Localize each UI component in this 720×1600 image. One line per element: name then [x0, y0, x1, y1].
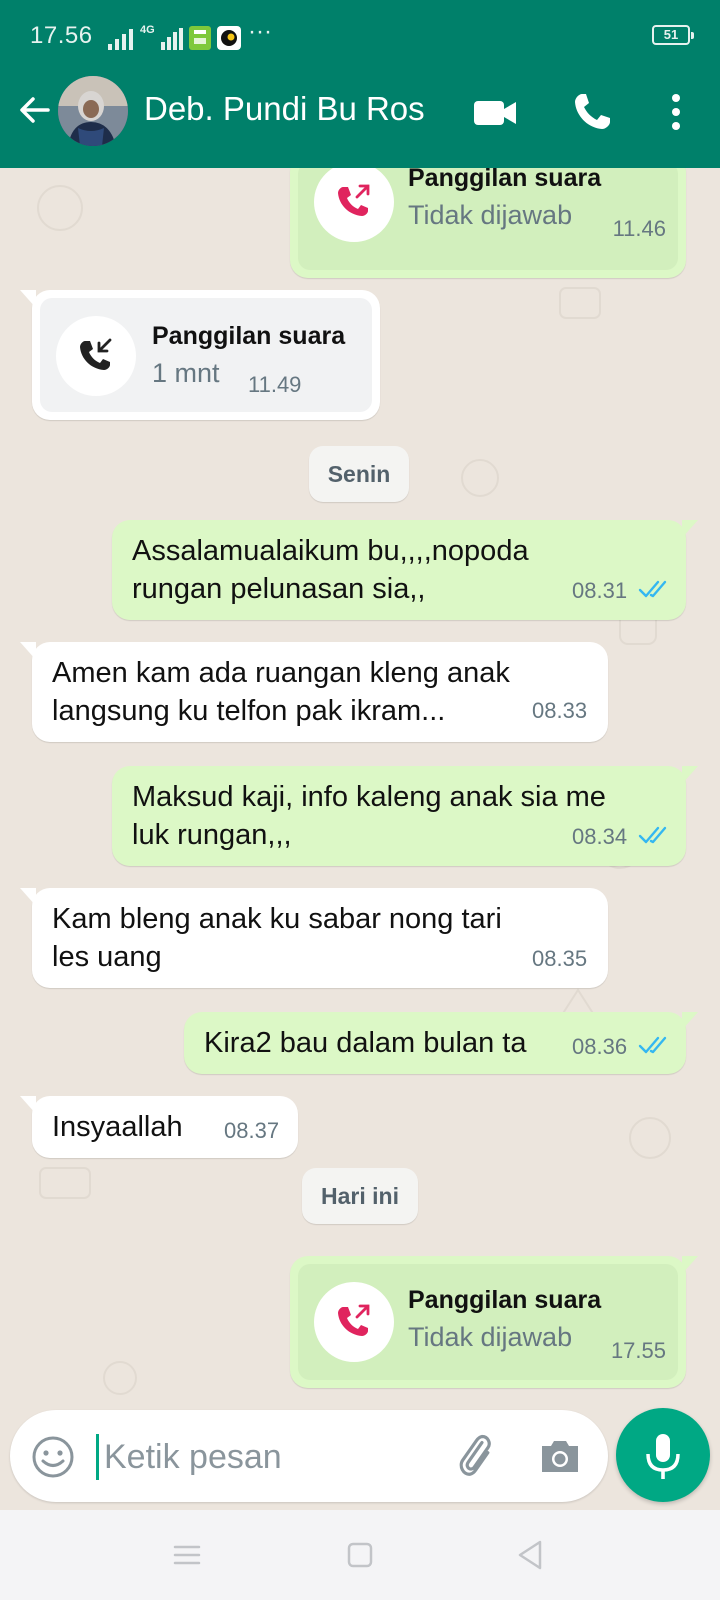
message-input[interactable] — [104, 1432, 424, 1482]
call-duration: 1 mnt — [152, 358, 220, 388]
status-time: 17.56 — [30, 22, 93, 49]
message-text: Assalamualaikum bu,,,,nopoda rungan pelu… — [132, 532, 529, 608]
incoming-call-icon-wrap — [56, 316, 136, 396]
camera-icon[interactable] — [536, 1432, 584, 1480]
signal-icon — [108, 29, 133, 50]
home-icon[interactable] — [335, 1530, 385, 1580]
call-status: Tidak dijawab — [408, 1322, 573, 1352]
call-bubble-outgoing[interactable]: Panggilan suara Tidak dijawab 17.55 — [290, 1256, 698, 1388]
message-time: 17.55 — [610, 1338, 666, 1363]
microphone-button[interactable] — [616, 1408, 710, 1502]
message-text: Insyaallah — [52, 1108, 183, 1146]
message-bubble-outgoing[interactable]: Kira2 bau dalam bulan ta 08.36 — [184, 1012, 698, 1074]
battery-icon: 51 — [652, 25, 694, 45]
emoji-icon[interactable] — [30, 1434, 76, 1480]
call-title: Panggilan suara — [408, 1286, 602, 1314]
message-bubble-incoming[interactable]: Insyaallah 08.37 — [20, 1096, 298, 1158]
network-type-label: 4G — [140, 24, 155, 36]
contact-name[interactable]: Deb. Pundi Bu Ros — [144, 90, 425, 128]
message-time: 08.33 — [532, 698, 588, 723]
signal-icons: 4G — [108, 24, 241, 50]
call-status: Tidak dijawab — [408, 200, 573, 230]
outgoing-call-icon — [338, 1304, 370, 1336]
call-bubble-incoming[interactable]: Panggilan suara 1 mnt 11.49 — [20, 290, 380, 420]
message-bubble-incoming[interactable]: Kam bleng anak ku sabar nong tari les ua… — [20, 888, 608, 988]
read-receipt-icon — [638, 1036, 667, 1054]
message-bubble-outgoing[interactable]: Assalamualaikum bu,,,,nopoda rungan pelu… — [112, 520, 698, 620]
message-time: 11.49 — [248, 372, 302, 397]
date-separator: Senin — [309, 446, 409, 502]
message-bubble-outgoing[interactable]: Maksud kaji, info kaleng anak sia me luk… — [112, 766, 698, 866]
message-time: 08.34 — [572, 824, 628, 849]
text-cursor — [96, 1434, 99, 1480]
chat-area[interactable]: Panggilan suara Tidak dijawab 11.46 Pang… — [0, 168, 720, 1510]
message-line: langsung ku telfon pak ikram... — [52, 695, 446, 727]
message-composer — [10, 1410, 608, 1502]
message-line: rungan pelunasan sia,, — [132, 573, 426, 605]
message-text: Kam bleng anak ku sabar nong tari les ua… — [52, 900, 502, 976]
message-text: Maksud kaji, info kaleng anak sia me luk… — [132, 778, 606, 854]
arrow-left-icon[interactable] — [14, 90, 54, 130]
call-bubble-outgoing[interactable]: Panggilan suara Tidak dijawab 11.46 — [290, 168, 698, 278]
notification-app-icon-2 — [216, 26, 241, 50]
missed-call-icon-wrap — [314, 1282, 394, 1362]
status-bar: 17.56 4G ··· 51 — [0, 0, 720, 70]
message-text: Kira2 bau dalam bulan ta — [204, 1024, 526, 1062]
read-receipt-icon — [638, 826, 667, 844]
chat-toolbar: Deb. Pundi Bu Ros — [0, 70, 720, 168]
incoming-call-icon — [80, 338, 112, 370]
message-time: 11.46 — [612, 216, 666, 241]
message-line: Kam bleng anak ku sabar nong tari — [52, 903, 502, 935]
phone-icon[interactable] — [570, 90, 614, 134]
back-triangle-icon[interactable] — [506, 1530, 556, 1580]
message-line: Insyaallah — [52, 1111, 183, 1143]
message-text: Amen kam ada ruangan kleng anak langsung… — [52, 654, 510, 730]
signal-icon-2 — [160, 28, 183, 50]
battery-level: 51 — [663, 27, 679, 42]
message-time: 08.37 — [224, 1118, 280, 1143]
date-separator: Hari ini — [302, 1168, 418, 1224]
more-vertical-icon[interactable] — [658, 88, 694, 136]
message-line: les uang — [52, 941, 162, 973]
message-line: Kira2 bau dalam bulan ta — [204, 1027, 527, 1059]
outgoing-call-icon — [338, 184, 370, 216]
recent-apps-icon[interactable] — [162, 1530, 212, 1580]
message-time: 08.31 — [572, 578, 628, 603]
message-time: 08.36 — [572, 1034, 628, 1059]
message-line: luk rungan,,, — [132, 819, 292, 851]
message-line: Assalamualaikum bu,,,,nopoda — [132, 535, 529, 567]
system-nav-bar — [0, 1510, 720, 1600]
avatar-image — [58, 76, 128, 146]
paperclip-icon[interactable] — [450, 1430, 500, 1480]
call-title: Panggilan suara — [152, 322, 346, 350]
microphone-icon — [646, 1434, 680, 1479]
call-title: Panggilan suara — [408, 168, 602, 192]
app-header: 17.56 4G ··· 51 Deb. Pundi Bu Ros — [0, 0, 720, 168]
message-line: Amen kam ada ruangan kleng anak — [52, 657, 510, 689]
read-receipt-icon — [638, 580, 667, 598]
status-more-dots: ··· — [248, 18, 272, 45]
message-bubble-incoming[interactable]: Amen kam ada ruangan kleng anak langsung… — [20, 642, 608, 742]
notification-app-icon — [188, 26, 211, 50]
video-call-icon[interactable] — [472, 92, 520, 132]
message-time: 08.35 — [532, 946, 588, 971]
message-line: Maksud kaji, info kaleng anak sia me — [132, 781, 606, 813]
avatar[interactable] — [58, 76, 128, 146]
